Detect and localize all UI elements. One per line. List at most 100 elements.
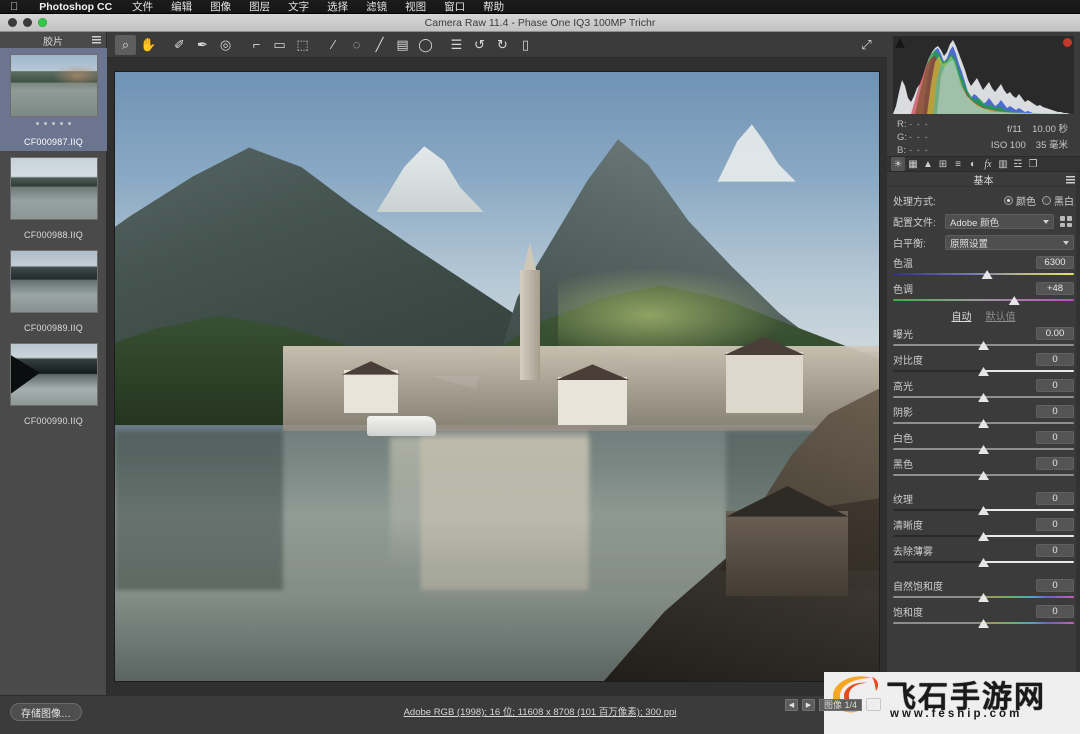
adjustment-brush-icon[interactable]: ╱ [369, 35, 390, 55]
slider-value[interactable]: +48 [1036, 282, 1074, 295]
tab-calibration[interactable]: ▥ [996, 157, 1010, 171]
slider-exposure[interactable]: 曝光 0.00 [893, 327, 1074, 350]
slider-blacks[interactable]: 黑色 0 [893, 457, 1074, 480]
targeted-adjustment-icon[interactable]: ◎ [215, 35, 236, 55]
default-link[interactable]: 默认值 [986, 308, 1016, 323]
preferences-icon[interactable]: ☰ [446, 35, 467, 55]
apple-menu-icon[interactable]:  [6, 0, 28, 14]
transform-tool-icon[interactable]: ⬚ [292, 35, 313, 55]
slider-value[interactable]: 0 [1036, 492, 1074, 505]
rotate-clockwise-icon[interactable]: ↻ [492, 35, 513, 55]
slider-track[interactable] [893, 619, 1074, 628]
slider-value[interactable]: 0 [1036, 431, 1074, 444]
radial-filter-icon[interactable]: ◯ [415, 35, 436, 55]
hamburger-icon[interactable] [1066, 176, 1075, 184]
hand-tool-icon[interactable]: ✋ [138, 35, 159, 55]
straighten-tool-icon[interactable]: ▭ [269, 35, 290, 55]
tab-snapshots[interactable]: ❐ [1026, 157, 1040, 171]
rotate-counterclockwise-icon[interactable]: ↺ [469, 35, 490, 55]
menu-item-view[interactable]: 视图 [396, 0, 435, 14]
slider-track[interactable] [893, 270, 1074, 279]
menu-item-image[interactable]: 图像 [201, 0, 240, 14]
slider-value[interactable]: 6300 [1036, 256, 1074, 269]
crop-tool-icon[interactable]: ⌐ [246, 35, 267, 55]
slider-texture[interactable]: 纹理 0 [893, 492, 1074, 515]
fullscreen-toggle-icon[interactable]: ⤢ [856, 35, 877, 55]
slider-track[interactable] [893, 506, 1074, 515]
profile-select[interactable]: Adobe 颜色 [945, 214, 1054, 229]
delete-icon[interactable]: ▯ [515, 35, 536, 55]
graduated-filter-icon[interactable]: ▤ [392, 35, 413, 55]
app-name-menu[interactable]: Photoshop CC [28, 1, 123, 13]
histogram[interactable] [893, 36, 1074, 114]
slider-value[interactable]: 0 [1036, 457, 1074, 470]
tab-detail[interactable]: ▲ [921, 157, 935, 171]
slider-vibrance[interactable]: 自然饱和度 0 [893, 579, 1074, 602]
treatment-color-radio[interactable]: 颜色 [1004, 193, 1036, 208]
tab-lens-corrections[interactable]: ◐ [966, 157, 980, 171]
tab-presets[interactable]: ☲ [1011, 157, 1025, 171]
thumbnail-image[interactable] [9, 343, 98, 406]
slider-dehaze[interactable]: 去除薄雾 0 [893, 544, 1074, 567]
slider-saturation[interactable]: 饱和度 0 [893, 605, 1074, 628]
slider-track[interactable] [893, 558, 1074, 567]
slider-track[interactable] [893, 296, 1074, 305]
menu-item-window[interactable]: 窗口 [435, 0, 474, 14]
previous-image-button[interactable]: ◀ [784, 698, 798, 711]
slider-track[interactable] [893, 393, 1074, 402]
white-balance-eyedropper-icon[interactable]: ✐ [169, 35, 190, 55]
filmstrip-item-4[interactable]: CF000990.IIQ [0, 337, 107, 430]
red-eye-removal-icon[interactable]: ◌ [346, 35, 367, 55]
zoom-tool-icon[interactable]: ⌕ [115, 34, 136, 55]
color-sampler-icon[interactable]: ✒ [192, 35, 213, 55]
slider-track[interactable] [893, 419, 1074, 428]
menu-item-type[interactable]: 文字 [279, 0, 318, 14]
slider-value[interactable]: 0 [1036, 605, 1074, 618]
thumbnail-image[interactable] [9, 250, 98, 313]
highlight-clipping-icon[interactable] [1063, 38, 1072, 47]
menu-item-select[interactable]: 选择 [318, 0, 357, 14]
auto-link[interactable]: 自动 [952, 308, 972, 323]
filmstrip-item-3[interactable]: CF000989.IIQ [0, 244, 107, 337]
slider-track[interactable] [893, 367, 1074, 376]
menu-item-filter[interactable]: 滤镜 [357, 0, 396, 14]
filter-toggle-button[interactable]: Y [866, 698, 881, 711]
slider-track[interactable] [893, 532, 1074, 541]
filmstrip-item-1[interactable]: CF000987.IIQ [0, 48, 107, 151]
tab-effects[interactable]: fx [981, 157, 995, 171]
tab-tone-curve[interactable]: ▦ [906, 157, 920, 171]
slider-highlights[interactable]: 高光 0 [893, 379, 1074, 402]
white-balance-select[interactable]: 原照设置 [945, 235, 1074, 250]
image-preview-area[interactable] [107, 58, 887, 695]
slider-track[interactable] [893, 341, 1074, 350]
slider-value[interactable]: 0 [1036, 579, 1074, 592]
rating-dots[interactable] [0, 122, 107, 127]
filmstrip-item-2[interactable]: CF000988.IIQ [0, 151, 107, 244]
slider-track[interactable] [893, 471, 1074, 480]
slider-value[interactable]: 0 [1036, 544, 1074, 557]
thumbnail-image[interactable] [9, 157, 98, 220]
slider-value[interactable]: 0 [1036, 379, 1074, 392]
slider-contrast[interactable]: 对比度 0 [893, 353, 1074, 376]
slider-track[interactable] [893, 445, 1074, 454]
slider-temperature[interactable]: 色温 6300 [893, 256, 1074, 279]
tab-split-toning[interactable]: ≡ [951, 157, 965, 171]
spot-removal-icon[interactable]: ∕ [323, 35, 344, 55]
raw-photo-preview[interactable] [115, 72, 879, 681]
slider-shadows[interactable]: 阴影 0 [893, 405, 1074, 428]
tab-basic[interactable]: ☀ [891, 157, 905, 171]
slider-whites[interactable]: 白色 0 [893, 431, 1074, 454]
tab-hsl-adjustments[interactable]: ⊞ [936, 157, 950, 171]
slider-track[interactable] [893, 593, 1074, 602]
menu-item-help[interactable]: 帮助 [474, 0, 513, 14]
menu-item-layer[interactable]: 图层 [240, 0, 279, 14]
profile-browser-icon[interactable] [1058, 214, 1074, 229]
treatment-bw-radio[interactable]: 黑白 [1042, 193, 1074, 208]
hamburger-icon[interactable] [92, 36, 101, 44]
slider-value[interactable]: 0 [1036, 518, 1074, 531]
slider-tint[interactable]: 色调 +48 [893, 282, 1074, 305]
slider-value[interactable]: 0 [1036, 353, 1074, 366]
next-image-button[interactable]: ▶ [801, 698, 815, 711]
slider-value[interactable]: 0 [1036, 405, 1074, 418]
slider-clarity[interactable]: 清晰度 0 [893, 518, 1074, 541]
